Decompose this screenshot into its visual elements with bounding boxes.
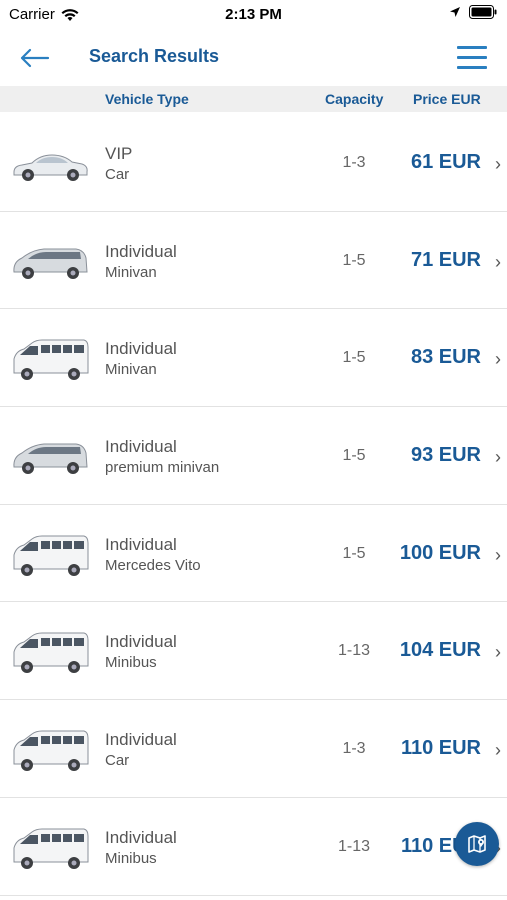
vehicle-class: Individual [105,241,177,261]
status-time: 2:13 PM [225,6,282,23]
location-arrow-icon [450,7,460,17]
van-icon [13,730,89,772]
capacity: 1-3 [342,740,366,758]
column-header: Vehicle Type Capacity Price EUR [0,86,507,112]
van-icon [13,632,89,674]
minivan-icon [13,443,88,475]
vehicle-class: VIP [105,144,133,163]
capacity: 1-5 [342,544,366,562]
minivan-icon [13,248,88,279]
vehicle-image [10,335,90,383]
capacity: 1-5 [342,251,366,269]
price: 93 EUR [410,444,481,467]
capacity: 1-5 [342,447,366,465]
price: 100 EUR [399,541,481,564]
vehicle-class: Individual [105,339,177,359]
vehicle-class: Individual [105,730,177,750]
result-row[interactable]: Individual Minibus 1-13 104 EUR › [0,602,507,701]
back-button[interactable] [18,46,54,74]
capacity: 1-5 [342,349,366,367]
vehicle-type: Minibus [105,849,157,867]
price: 110 EUR [400,737,481,760]
capacity: 1-13 [337,837,371,855]
vehicle-type: Minibus [105,654,157,672]
capacity: 1-13 [337,642,371,660]
result-row[interactable]: Individual Minibus 1-13 110 EUR › [0,798,507,896]
van-icon [13,535,89,576]
capacity: 1-3 [342,154,366,171]
map-button[interactable] [455,822,499,866]
result-row[interactable]: Individual Minivan 1-5 71 EUR › [0,212,507,310]
van-icon [13,339,89,381]
result-row[interactable]: Individual premium minivan 1-5 93 EUR › [0,407,507,505]
arrow-left-icon [20,48,50,68]
vehicle-class: Individual [105,827,177,847]
price: 71 EUR [410,248,481,271]
vehicle-type: Minivan [105,361,157,379]
status-right [449,5,497,19]
battery-icon [469,5,497,19]
chevron-right-icon: › [495,349,501,370]
vehicle-image [10,140,90,188]
column-capacity: Capacity [325,91,384,107]
vehicle-class: Individual [105,534,177,554]
vehicle-type: Minivan [105,263,157,281]
chevron-right-icon: › [495,154,501,174]
vehicle-image [10,238,90,286]
price: 104 EUR [399,639,481,662]
page-title: Search Results [89,46,220,66]
sedan-icon [13,154,88,181]
van-icon [13,828,89,869]
result-row[interactable]: Individual Minivan 1-5 83 EUR › [0,309,507,408]
menu-button[interactable] [457,46,487,72]
price: 83 EUR [410,346,481,369]
vehicle-image [10,726,90,774]
chevron-right-icon: › [495,544,501,565]
vehicle-image [10,628,90,676]
vehicle-image [10,824,90,872]
result-row[interactable]: VIP Car 1-3 61 EUR › [0,114,507,212]
vehicle-image [10,433,90,481]
chevron-right-icon: › [495,642,501,663]
vehicle-type: Mercedes Vito [105,556,201,574]
vehicle-type: Car [105,166,130,183]
result-row[interactable]: Individual Mercedes Vito 1-5 100 EUR › [0,505,507,603]
results-list: VIP Car 1-3 61 EUR › Individual Minivan … [0,114,507,896]
column-vehicle-type: Vehicle Type [105,91,189,107]
result-row[interactable]: Individual Car 1-3 110 EUR › [0,700,507,798]
vehicle-image [10,531,90,579]
column-price: Price EUR [413,91,481,107]
status-bar: Carrier 2:13 PM [0,0,507,28]
vehicle-type: Car [105,752,130,770]
chevron-right-icon: › [495,251,501,272]
vehicle-class: Individual [105,632,177,652]
chevron-right-icon: › [495,447,501,468]
nav-bar: Search Results [0,28,507,86]
vehicle-type: premium minivan [105,459,220,477]
map-icon [468,835,486,853]
vehicle-class: Individual [105,437,177,457]
hamburger-icon [457,46,487,69]
chevron-right-icon: › [495,740,501,761]
price: 61 EUR [410,151,481,173]
